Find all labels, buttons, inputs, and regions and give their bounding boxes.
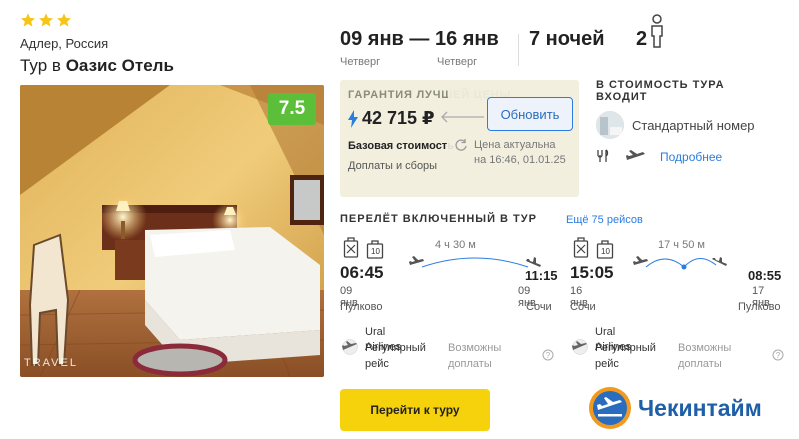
star-icon <box>57 13 71 27</box>
star-icon <box>39 13 53 27</box>
extra-fees-cont: доплаты <box>448 358 492 370</box>
includes-title: В СТОИМОСТЬ ТУРА ВХОДИТ <box>596 79 725 103</box>
more-details-link[interactable]: Подробнее <box>660 150 722 164</box>
landing-icon <box>712 257 727 266</box>
departure-airport: Сочи <box>570 301 596 313</box>
date-range: 09 янв — 16 янв <box>340 28 499 50</box>
brand-icon <box>589 387 631 429</box>
refresh-button[interactable]: Обновить <box>487 97 573 131</box>
extra-fees: Возможны <box>448 342 502 354</box>
hotel-room-image <box>20 85 324 377</box>
airline-logo-icon <box>572 339 588 355</box>
arrival-time: 08:55 <box>748 268 782 283</box>
takeoff-icon <box>409 256 424 265</box>
landing-icon <box>526 257 541 267</box>
more-flights-link[interactable]: Ещё 75 рейсов <box>566 214 643 226</box>
tour-title-prefix: Тур в <box>20 56 61 75</box>
help-icon[interactable]: ? <box>542 349 554 361</box>
room-type: Стандартный номер <box>632 118 755 133</box>
photo-watermark: TRAVEL <box>24 357 78 369</box>
departure-airport: Пулково <box>340 301 383 313</box>
departure-time: 06:45 <box>340 263 384 282</box>
hotel-stars <box>20 12 72 28</box>
return-weekday: Четверг <box>437 56 478 68</box>
price-amount: 42 715 ₽ <box>362 108 435 128</box>
brand-name: Чекинтайм <box>638 394 762 421</box>
price-box: ГАРАНТИЯ ЛУЧШЕЙ ЦЕНЫ 42 715 ₽ Базовая ст… <box>340 80 579 197</box>
base-cost-label: Базовая стоимость <box>348 140 454 152</box>
plane-icon <box>626 150 645 160</box>
flights-title: ПЕРЕЛЁТ ВКЛЮЧЕННЫЙ В ТУР <box>340 213 537 225</box>
flight-type: Регулярный <box>595 342 656 354</box>
help-icon[interactable]: ? <box>772 349 784 361</box>
nights-count: 7 ночей <box>529 28 605 50</box>
airline-logo-icon <box>342 339 358 355</box>
svg-text:?: ? <box>546 351 551 360</box>
lightning-icon <box>348 109 358 128</box>
person-icon <box>651 14 663 48</box>
hotel-photo[interactable]: 7.5 TRAVEL <box>20 85 324 377</box>
price-actual-note: Цена актуальна <box>474 139 556 151</box>
arrow-icon <box>441 111 484 123</box>
star-icon <box>21 13 35 27</box>
takeoff-icon <box>633 256 648 265</box>
hotel-name[interactable]: Оазис Отель <box>66 56 174 75</box>
includes-title-line1: В СТОИМОСТЬ ТУРА <box>596 79 725 91</box>
carry-on-icon <box>573 237 589 258</box>
route-arc <box>409 256 541 268</box>
guests-count: 2 <box>636 28 648 50</box>
arrival-airport: Пулково <box>738 301 781 313</box>
tour-title: Тур в Оазис Отель <box>20 56 174 76</box>
transfer-dot <box>681 264 687 270</box>
flight-duration: 4 ч 30 м <box>435 239 476 251</box>
tour-price: 42 715 ₽ <box>348 108 435 129</box>
depart-weekday: Четверг <box>340 56 381 68</box>
baggage-weight: 10 <box>371 247 380 256</box>
refresh-small-icon <box>455 139 467 151</box>
meals-icon <box>597 149 609 162</box>
baggage-weight: 10 <box>601 247 610 256</box>
rating-badge: 7.5 <box>268 93 316 125</box>
departure-time: 15:05 <box>570 263 614 282</box>
flight-type: Регулярный <box>365 342 426 354</box>
hotel-location: Адлер, Россия <box>20 36 109 51</box>
divider <box>518 34 519 66</box>
price-actual-time: на 16:46, 01.01.25 <box>474 154 566 166</box>
extra-fees-cont: доплаты <box>678 358 722 370</box>
extra-fees: Возможны <box>678 342 732 354</box>
room-image <box>596 111 624 139</box>
arrival-airport: Сочи <box>526 301 552 313</box>
arrival-time: 11:15 <box>525 268 558 283</box>
flight-type-cont: рейс <box>365 358 389 370</box>
svg-text:?: ? <box>776 351 781 360</box>
carry-on-icon <box>343 237 359 258</box>
flight-type-cont: рейс <box>595 358 619 370</box>
room-thumbnail <box>596 111 624 139</box>
brand-logo: Чекинтайм <box>588 386 762 430</box>
go-to-tour-button[interactable]: Перейти к туру <box>340 389 490 431</box>
flight-duration: 17 ч 50 м <box>658 239 705 251</box>
fees-label: Доплаты и сборы <box>348 160 438 172</box>
includes-title-line2: ВХОДИТ <box>596 91 648 103</box>
